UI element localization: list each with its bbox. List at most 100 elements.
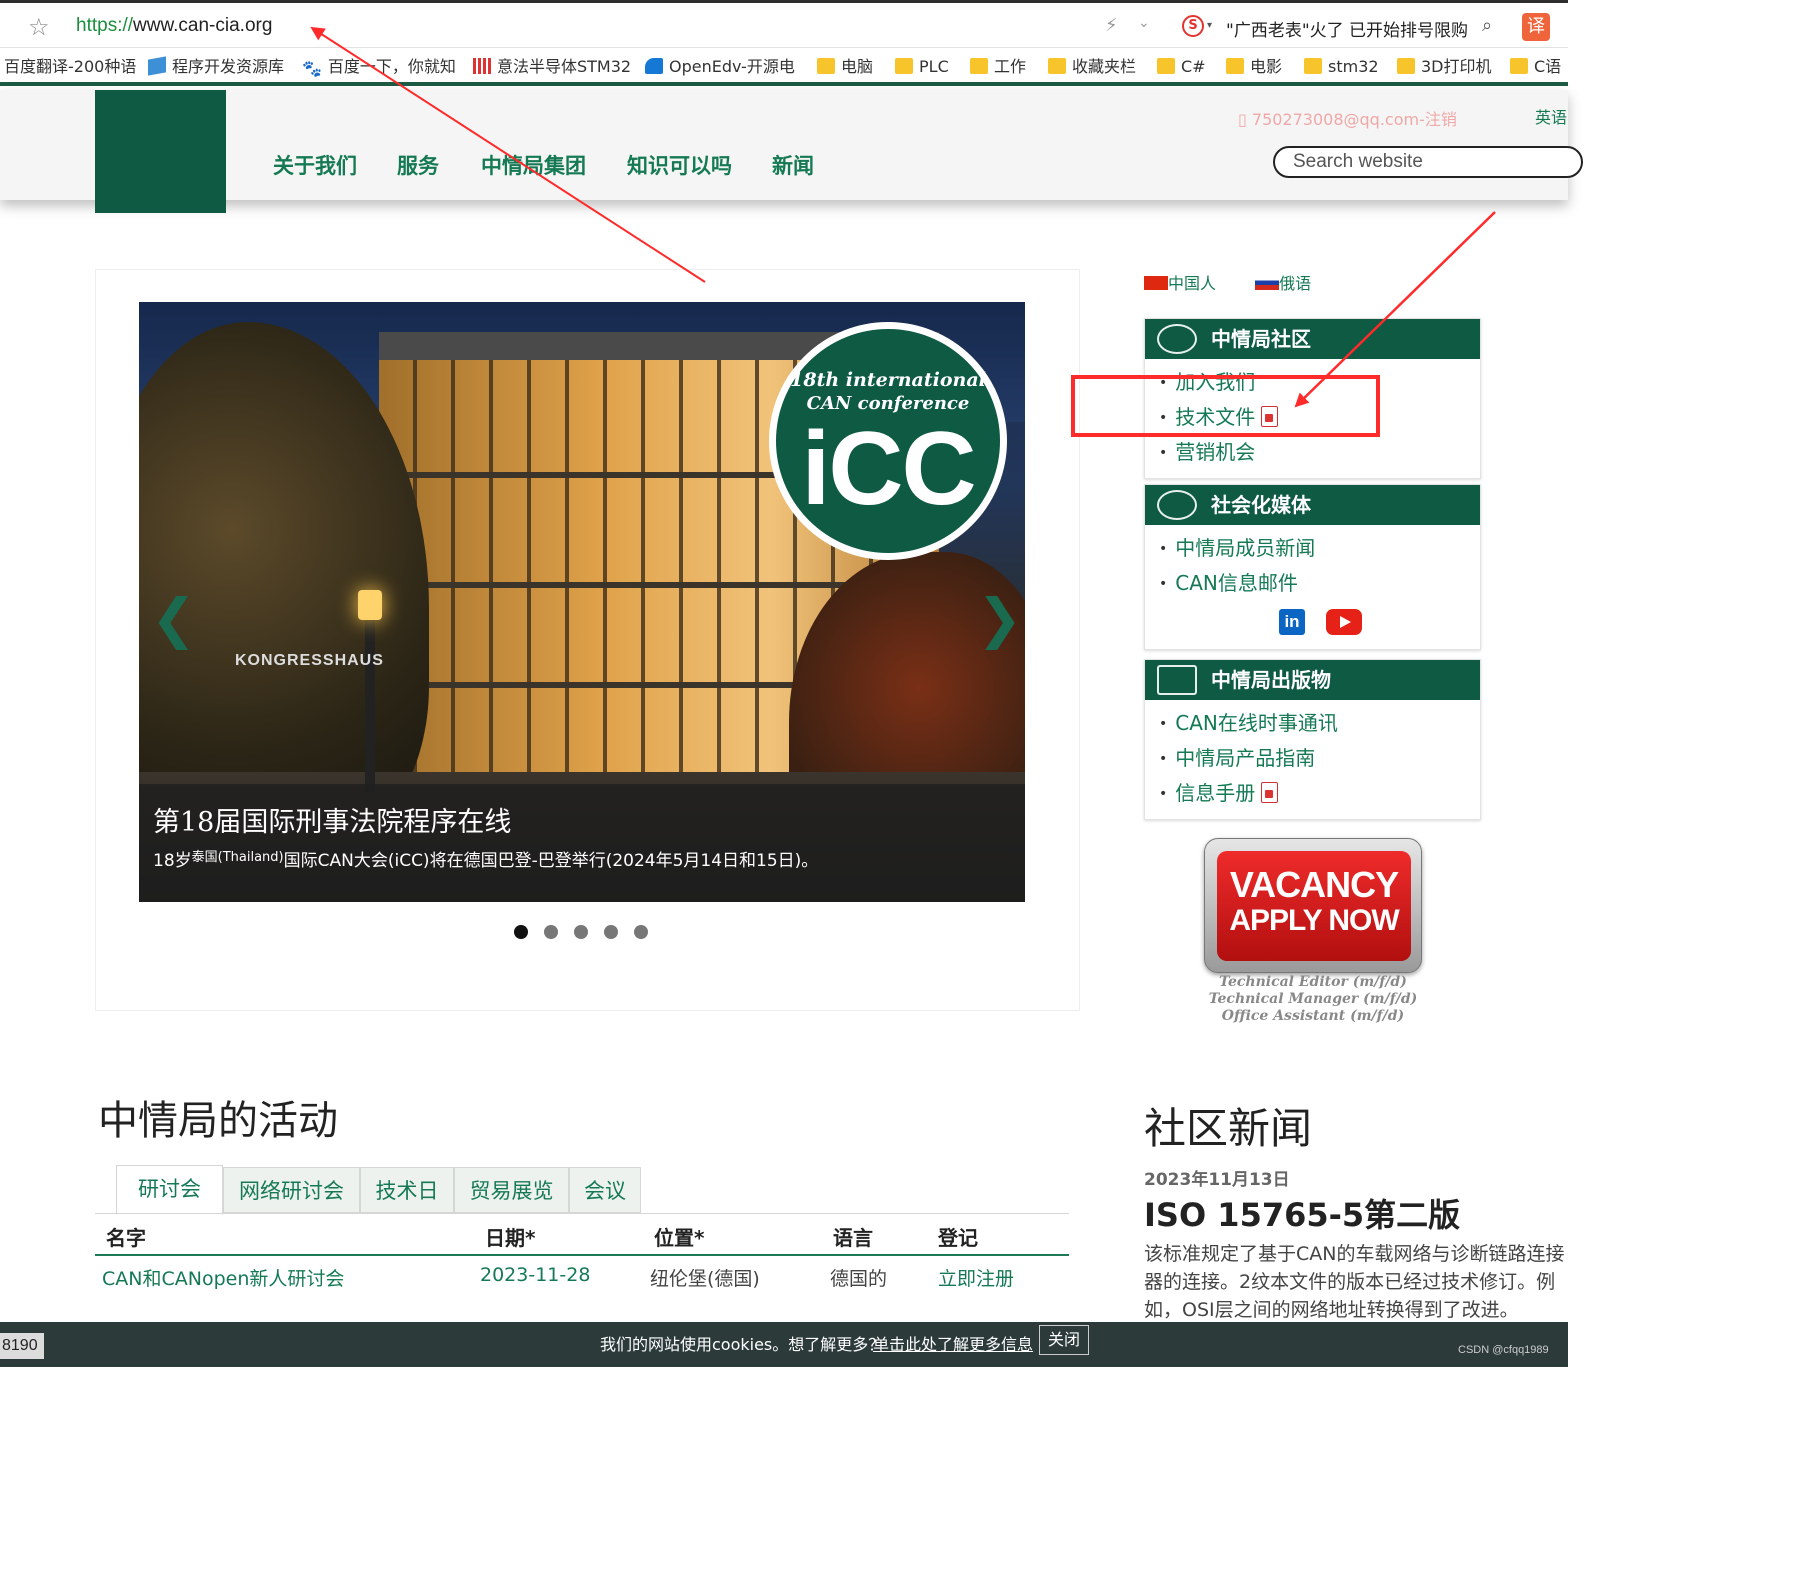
carousel-next-icon[interactable]: ❯	[977, 587, 1022, 650]
social-icons: in	[1145, 609, 1480, 649]
sogou-search-icon[interactable]: S	[1182, 15, 1204, 37]
st-icon	[473, 58, 491, 74]
bookmark-folder[interactable]: 收藏夹栏	[1048, 56, 1136, 78]
chevron-down-icon[interactable]: ⌄	[1138, 15, 1150, 31]
tab-conferences[interactable]: 会议	[569, 1167, 641, 1213]
slide-caption-title[interactable]: 第18届国际刑事法院程序在线	[153, 800, 511, 839]
table-header-rule	[95, 1254, 1069, 1256]
news-headline[interactable]: ISO 15765-5第二版	[1144, 1190, 1460, 1236]
link-technical-documents[interactable]: 技术文件	[1159, 400, 1480, 435]
widget-title: 中情局社区	[1145, 319, 1480, 359]
site-logo[interactable]	[95, 90, 226, 213]
link-can-newsletter[interactable]: CAN信息邮件	[1159, 566, 1480, 601]
lang-option-ru[interactable]: 俄语	[1255, 274, 1311, 293]
register-link[interactable]: 立即注册	[938, 1264, 1014, 1291]
nav-knowledge[interactable]: 知识可以吗	[627, 150, 732, 180]
link-text: 营销机会	[1175, 440, 1256, 464]
bookmark-folder[interactable]: PLC	[895, 56, 949, 78]
carousel-prev-icon[interactable]: ❮	[151, 587, 196, 650]
folder-icon	[1226, 58, 1244, 74]
lamp-light	[358, 590, 382, 620]
link-product-guide[interactable]: 中情局产品指南	[1159, 741, 1480, 776]
pdf-icon	[1261, 406, 1279, 427]
book-icon	[1157, 665, 1197, 695]
bookmark-star-icon[interactable]: ☆	[28, 13, 50, 41]
youtube-icon[interactable]	[1326, 609, 1362, 635]
widget-title-text: 中情局出版物	[1211, 668, 1331, 692]
bookmark-folder[interactable]: C#	[1157, 56, 1206, 78]
column-header: 登记	[938, 1226, 978, 1250]
slide-caption: 第18届国际刑事法院程序在线 18岁泰国(Thailand)国际CAN大会(iC…	[139, 784, 1025, 902]
lightning-icon[interactable]: ⚡	[1105, 15, 1118, 36]
bookmark-item[interactable]: 程序开发资源库	[148, 56, 284, 78]
tab-trade-shows[interactable]: 贸易展览	[454, 1167, 569, 1213]
translate-icon[interactable]: 译	[1522, 13, 1550, 41]
nav-news[interactable]: 新闻	[772, 150, 814, 180]
carousel-dot[interactable]	[574, 925, 588, 939]
envelope-icon	[1157, 490, 1197, 520]
bookmark-label: PLC	[919, 57, 949, 76]
link-text: CAN信息邮件	[1175, 571, 1298, 595]
slide-caption-text: 18岁泰国(Thailand)国际CAN大会(iCC)将在德国巴登-巴登举行(2…	[153, 846, 818, 871]
bookmark-item[interactable]: 意法半导体STM32	[473, 56, 631, 78]
column-header: 位置*	[654, 1226, 705, 1250]
link-brochure[interactable]: 信息手册	[1159, 776, 1480, 811]
bookmark-folder[interactable]: stm32	[1304, 56, 1379, 78]
search-input[interactable]: Search website	[1273, 146, 1583, 178]
cookie-close-button[interactable]: 关闭	[1039, 1325, 1089, 1355]
link-text: 中情局成员新闻	[1175, 536, 1316, 560]
link-marketing[interactable]: 营销机会	[1159, 435, 1480, 470]
nav-services[interactable]: 服务	[397, 150, 439, 180]
street-lamp	[365, 592, 375, 792]
paw-icon: 🐾	[302, 59, 322, 78]
icc-logo-badge: 18th international CAN conference iCC	[769, 322, 1007, 560]
lang-option-cn[interactable]: 中国人	[1144, 274, 1216, 293]
search-icon[interactable]: ⌕	[1482, 15, 1492, 36]
folder-icon	[970, 58, 988, 74]
bookmark-item[interactable]: OpenEdv-开源电	[645, 56, 795, 78]
carousel-dot[interactable]	[544, 925, 558, 939]
vacancy-role: Technical Manager (m/f/d)	[1208, 991, 1418, 1007]
link-text: 加入我们	[1175, 370, 1256, 394]
tab-seminars[interactable]: 研讨会	[116, 1165, 223, 1215]
link-text: 信息手册	[1175, 781, 1256, 805]
tab-webinars[interactable]: 网络研讨会	[223, 1167, 360, 1213]
cookie-more-link[interactable]: 单击此处了解更多信息	[873, 1331, 1033, 1355]
link-online-newsletter[interactable]: CAN在线时事通讯	[1159, 706, 1480, 741]
bookmark-folder[interactable]: 3D打印机	[1397, 56, 1492, 78]
widget-social-media: 社会化媒体 中情局成员新闻 CAN信息邮件 in	[1144, 484, 1481, 650]
bookmark-item[interactable]: 百度翻译-200种语	[4, 56, 136, 78]
bookmark-item[interactable]: 🐾 百度一下，你就知	[302, 56, 456, 78]
carousel-slide[interactable]: KONGRESSHAUS 18th international CAN conf…	[139, 302, 1025, 902]
bookmark-folder[interactable]: 电脑	[817, 56, 873, 78]
bookmark-label: 工作	[994, 57, 1027, 76]
user-logout-link[interactable]: ▯ 750273008@qq.com-注销	[1238, 106, 1457, 130]
bookmark-folder[interactable]: 电影	[1226, 56, 1282, 78]
tab-tech-days[interactable]: 技术日	[360, 1167, 454, 1213]
event-name-link[interactable]: CAN和CANopen新人研讨会	[102, 1264, 344, 1291]
folder-icon	[1510, 58, 1528, 74]
nav-group[interactable]: 中情局集团	[481, 150, 586, 180]
bookmark-folder[interactable]: C语	[1510, 56, 1561, 78]
vacancy-line-1: VACANCY	[1229, 864, 1399, 905]
url-field[interactable]: https://www.can-cia.org	[76, 15, 272, 37]
vacancy-banner[interactable]: VACANCY APPLY NOW	[1204, 838, 1422, 973]
nav-about[interactable]: 关于我们	[273, 150, 357, 180]
widget-title: 社会化媒体	[1145, 485, 1480, 525]
carousel-dot[interactable]	[634, 925, 648, 939]
link-member-news[interactable]: 中情局成员新闻	[1159, 531, 1480, 566]
bookmark-label: 程序开发资源库	[172, 57, 285, 76]
folder-icon	[895, 58, 913, 74]
caret-down-icon[interactable]: ▾	[1207, 20, 1212, 31]
linkedin-icon[interactable]: in	[1279, 609, 1305, 635]
bookmark-label: OpenEdv-开源电	[669, 57, 795, 76]
folder-icon	[1157, 58, 1175, 74]
cookie-text: 我们的网站使用cookies。想了解更多？	[600, 1335, 885, 1354]
vacancy-role: Technical Editor (m/f/d)	[1219, 974, 1407, 990]
hot-search-text[interactable]: "广西老表"火了 已开始排号限购	[1226, 16, 1468, 41]
language-link[interactable]: 英语	[1535, 104, 1567, 128]
bookmark-folder[interactable]: 工作	[970, 56, 1026, 78]
link-join-us[interactable]: 加入我们	[1159, 365, 1480, 400]
carousel-dot[interactable]	[514, 925, 528, 939]
carousel-dot[interactable]	[604, 925, 618, 939]
